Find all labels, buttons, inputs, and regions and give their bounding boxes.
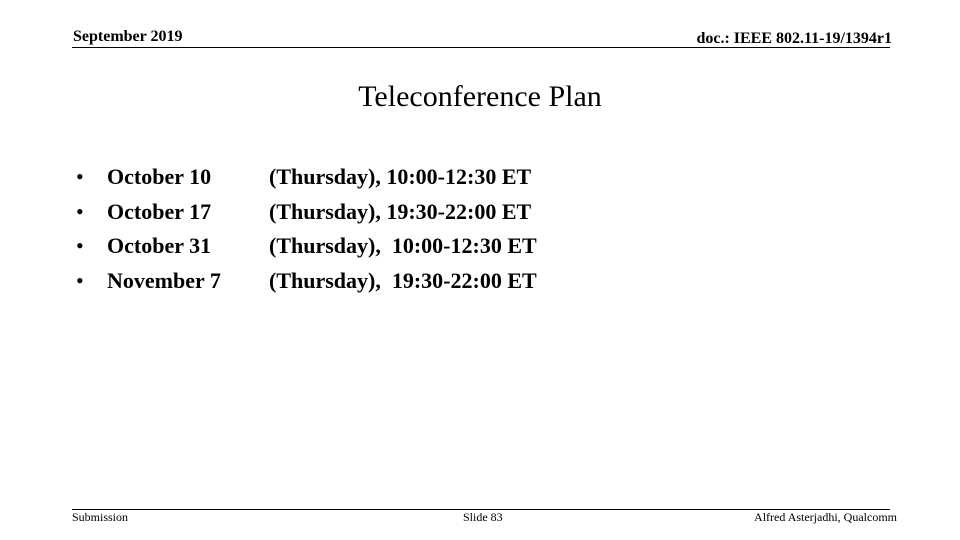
bullet-icon: • (76, 164, 84, 190)
list-item: • October 10 (Thursday), 10:00-12:30 ET (76, 160, 537, 195)
bullet-icon: • (76, 198, 84, 224)
item-detail: (Thursday), 19:30-22:00 ET (269, 267, 537, 293)
list-item: • October 17 (Thursday), 19:30-22:00 ET (76, 195, 537, 230)
schedule-list: • October 10 (Thursday), 10:00-12:30 ET … (76, 160, 537, 298)
header-divider (72, 47, 890, 48)
item-date: October 10 (107, 164, 212, 190)
item-detail: (Thursday), 10:00-12:30 ET (269, 233, 537, 259)
slide-title: Teleconference Plan (358, 80, 602, 113)
item-date: November 7 (107, 267, 221, 293)
list-item: • November 7 (Thursday), 19:30-22:00 ET (76, 264, 537, 299)
header-date: September 2019 (73, 28, 183, 45)
item-date: October 17 (107, 198, 212, 224)
bullet-icon: • (76, 267, 84, 293)
footer-author: Alfred Asterjadhi, Qualcomm (754, 510, 897, 524)
item-date: October 31 (107, 233, 212, 259)
item-detail: (Thursday), 10:00-12:30 ET (269, 164, 532, 190)
list-item: • October 31 (Thursday), 10:00-12:30 ET (76, 229, 537, 264)
item-detail: (Thursday), 19:30-22:00 ET (269, 198, 532, 224)
header-doc-id: doc.: IEEE 802.11-19/1394r1 (696, 30, 892, 47)
bullet-icon: • (76, 233, 84, 259)
footer-submission: Submission (72, 510, 129, 524)
footer-slide-number: Slide 83 (463, 510, 503, 524)
